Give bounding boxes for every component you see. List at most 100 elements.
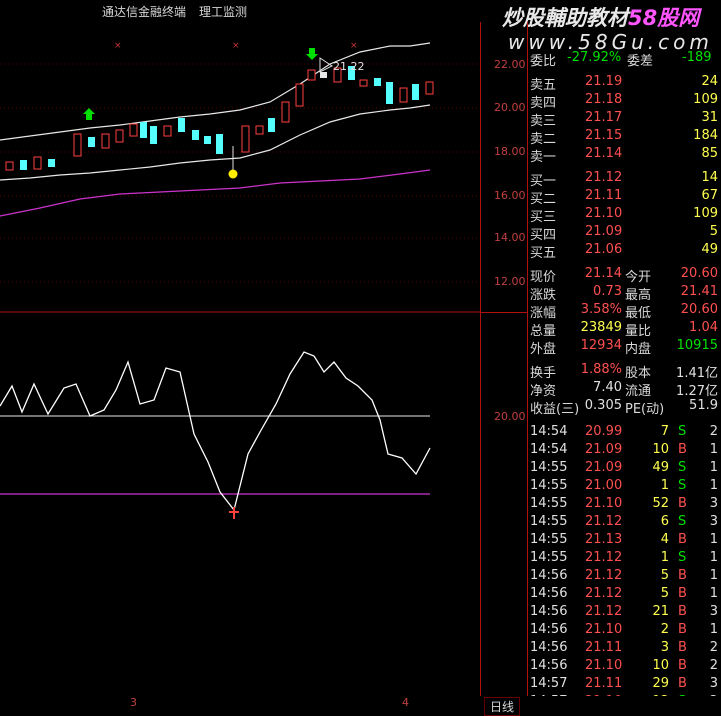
watermark-text-b: 58股网 — [628, 6, 700, 30]
tick-time: 14:55 — [530, 514, 568, 529]
tick-side: B — [678, 532, 687, 547]
axis-separator — [480, 22, 481, 696]
stat-row: 总量 23849 量比 1.04 — [527, 320, 721, 339]
tick-price: 21.12 — [585, 568, 623, 583]
candle — [399, 87, 408, 103]
tick-side: S — [678, 460, 687, 475]
tick-time: 14:57 — [530, 676, 568, 691]
tick-volume: 1 — [660, 478, 669, 493]
candle — [204, 136, 211, 144]
tick-volume: 10 — [652, 658, 669, 673]
ask-volume: 85 — [701, 146, 718, 161]
label: 委比 — [530, 54, 557, 69]
candle — [150, 126, 157, 144]
tick-count: 1 — [709, 568, 718, 583]
tick-price: 21.11 — [585, 640, 623, 655]
candle — [48, 159, 55, 167]
tick-volume: 21 — [652, 604, 669, 619]
price-annotation: 21.22 — [333, 60, 365, 73]
tick-row: 14:54 20.99 7 S 2 — [527, 424, 721, 442]
stat-value: 12934 — [580, 338, 622, 353]
candle — [307, 69, 316, 81]
stat-value: 10915 — [676, 338, 718, 353]
finance-label: PE(动) — [625, 402, 665, 417]
candles — [5, 66, 434, 172]
stat-value: 20.60 — [680, 302, 718, 317]
indicator-y-tick: 20.00 — [494, 410, 526, 423]
y-tick: 20.00 — [494, 101, 526, 114]
bid-label: 买一 — [530, 174, 557, 189]
bid-row: 买一 21.12 14 — [527, 170, 721, 189]
bid-volume: 49 — [701, 242, 718, 257]
tick-count: 3 — [709, 496, 718, 511]
tick-count: 1 — [709, 442, 718, 457]
candle — [386, 82, 393, 104]
module-title[interactable]: 理工监测 — [199, 3, 247, 20]
label: 委差 — [627, 54, 654, 69]
tick-volume: 4 — [660, 532, 669, 547]
tick-time: 14:55 — [530, 460, 568, 475]
tick-time: 14:55 — [530, 496, 568, 511]
tick-time: 14:54 — [530, 424, 568, 439]
stat-row: 涨跌 0.73 最高 21.41 — [527, 284, 721, 303]
bid-volume: 14 — [701, 170, 718, 185]
stat-label: 今开 — [625, 270, 652, 285]
candle — [178, 118, 185, 132]
ask-volume: 109 — [693, 92, 718, 107]
order-ratio-row: 委比 -27.92% 委差 -189 — [527, 50, 721, 69]
tick-row: 14:54 21.09 10 B 1 — [527, 442, 721, 460]
tick-side: B — [678, 568, 687, 583]
candle — [33, 156, 42, 170]
period-button[interactable]: 日线 — [484, 697, 521, 716]
quote-panel: 委比 -27.92% 委差 -189 卖五 21.19 24 卖四 21.18 … — [527, 50, 721, 713]
bid-price: 21.12 — [585, 170, 623, 185]
ask-row: 卖三 21.17 31 — [527, 110, 721, 129]
candle — [73, 133, 82, 157]
stat-row: 涨幅 3.58% 最低 20.60 — [527, 302, 721, 321]
tick-time: 14:55 — [530, 478, 568, 493]
tick-volume: 5 — [660, 586, 669, 601]
tick-side: B — [678, 496, 687, 511]
tick-time: 14:56 — [530, 604, 568, 619]
bid-price: 21.11 — [585, 188, 623, 203]
ask-price: 21.14 — [585, 146, 623, 161]
tick-volume: 6 — [660, 514, 669, 529]
bottom-signal-icon — [229, 507, 239, 519]
ask-volume: 24 — [701, 74, 718, 89]
tick-count: 1 — [709, 622, 718, 637]
tick-time: 14:55 — [530, 550, 568, 565]
ask-price: 21.17 — [585, 110, 623, 125]
ask-price: 21.15 — [585, 128, 623, 143]
tick-side: B — [678, 622, 687, 637]
kline-chart[interactable]: 21.22 × × × — [0, 22, 480, 696]
finance-label: 股本 — [625, 366, 652, 381]
stat-row: 现价 21.14 今开 20.60 — [527, 266, 721, 285]
tick-price: 21.12 — [585, 550, 623, 565]
grid-marker: × — [114, 41, 122, 51]
tick-time: 14:54 — [530, 442, 568, 457]
bid-label: 买四 — [530, 228, 557, 243]
tick-row: 14:56 21.10 10 B 2 — [527, 658, 721, 676]
axis-pane-separator — [480, 312, 527, 313]
bid-price: 21.10 — [585, 206, 623, 221]
finance-value: 51.9 — [689, 398, 718, 413]
bid-price: 21.06 — [585, 242, 623, 257]
tick-price: 20.99 — [585, 424, 623, 439]
y-tick: 18.00 — [494, 145, 526, 158]
tick-volume: 3 — [660, 640, 669, 655]
candle — [241, 125, 250, 153]
tick-count: 3 — [709, 514, 718, 529]
candle — [295, 83, 304, 107]
tick-row: 14:55 21.12 6 S 3 — [527, 514, 721, 532]
tick-count: 1 — [709, 478, 718, 493]
tick-side: S — [678, 550, 687, 565]
tick-time: 14:56 — [530, 658, 568, 673]
tick-count: 2 — [709, 658, 718, 673]
watermark-text-a: 炒股輔助教材 — [502, 6, 628, 30]
candle — [88, 137, 95, 147]
finance-value: 0.305 — [584, 398, 622, 413]
bid-label: 买五 — [530, 246, 557, 261]
candle — [20, 160, 27, 170]
tick-row: 14:56 21.12 21 B 3 — [527, 604, 721, 622]
finance-value: 1.41亿 — [676, 366, 718, 381]
